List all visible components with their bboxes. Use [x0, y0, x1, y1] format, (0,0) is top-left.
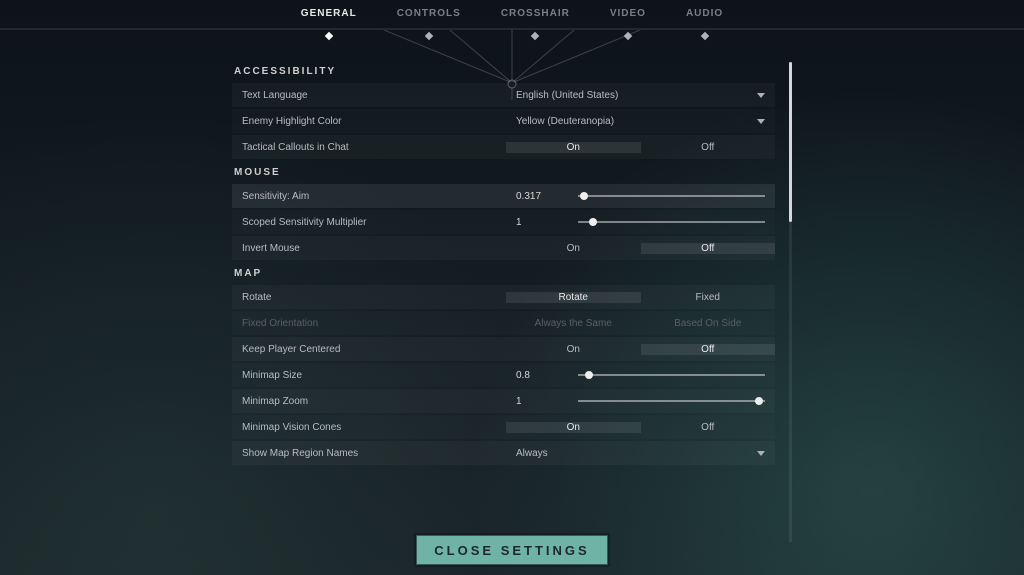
- slider-knob[interactable]: [589, 218, 597, 226]
- slider-track[interactable]: [578, 400, 765, 402]
- toggle-on[interactable]: On: [506, 142, 641, 153]
- scrollbar[interactable]: [789, 62, 792, 542]
- row-vision-cones: Minimap Vision Cones On Off: [232, 415, 775, 439]
- row-scoped-multiplier: Scoped Sensitivity Multiplier 1: [232, 210, 775, 234]
- setting-label: Scoped Sensitivity Multiplier: [232, 217, 506, 228]
- row-tactical-callouts: Tactical Callouts in Chat On Off: [232, 135, 775, 159]
- tab-audio[interactable]: AUDIO: [686, 8, 723, 32]
- chevron-down-icon: [757, 93, 765, 98]
- minimap-zoom-slider: 1: [506, 389, 775, 413]
- close-settings-button[interactable]: CLOSE SETTINGS: [416, 535, 608, 565]
- slider-value[interactable]: 0.317: [516, 191, 564, 202]
- row-invert-mouse: Invert Mouse On Off: [232, 236, 775, 260]
- tactical-callouts-toggle: On Off: [506, 135, 775, 159]
- tab-crosshair[interactable]: CROSSHAIR: [501, 8, 570, 32]
- dropdown-value: Always: [516, 448, 548, 459]
- sensitivity-slider: 0.317: [506, 184, 775, 208]
- tab-label: VIDEO: [610, 8, 646, 19]
- diamond-icon: [325, 32, 333, 40]
- slider-track[interactable]: [578, 221, 765, 223]
- toggle-side: Based On Side: [641, 318, 776, 329]
- setting-label: Invert Mouse: [232, 243, 506, 254]
- diamond-icon: [425, 32, 433, 40]
- slider-track[interactable]: [578, 374, 765, 376]
- slider-value[interactable]: 0.8: [516, 370, 564, 381]
- toggle-off[interactable]: Off: [641, 422, 776, 433]
- setting-label: Tactical Callouts in Chat: [232, 142, 506, 153]
- minimap-size-slider: 0.8: [506, 363, 775, 387]
- invert-mouse-toggle: On Off: [506, 236, 775, 260]
- section-accessibility: ACCESSIBILITY: [234, 66, 775, 77]
- region-names-dropdown[interactable]: Always: [506, 441, 775, 465]
- enemy-highlight-dropdown[interactable]: Yellow (Deuteranopia): [506, 109, 775, 133]
- tab-general[interactable]: GENERAL: [301, 8, 357, 32]
- tab-controls[interactable]: CONTROLS: [397, 8, 461, 32]
- tab-label: CONTROLS: [397, 8, 461, 19]
- toggle-off[interactable]: Off: [641, 344, 776, 355]
- diamond-icon: [531, 32, 539, 40]
- setting-label: Keep Player Centered: [232, 344, 506, 355]
- row-rotate: Rotate Rotate Fixed: [232, 285, 775, 309]
- rotate-toggle: Rotate Fixed: [506, 285, 775, 309]
- dropdown-value: English (United States): [516, 90, 618, 101]
- settings-panel: ACCESSIBILITY Text Language English (Uni…: [232, 62, 792, 542]
- setting-label: Minimap Zoom: [232, 396, 506, 407]
- row-keep-player-centered: Keep Player Centered On Off: [232, 337, 775, 361]
- tab-label: CROSSHAIR: [501, 8, 570, 19]
- toggle-on[interactable]: On: [506, 344, 641, 355]
- toggle-off[interactable]: Off: [641, 142, 776, 153]
- settings-list: ACCESSIBILITY Text Language English (Uni…: [232, 62, 789, 542]
- setting-label: Text Language: [232, 90, 506, 101]
- setting-label: Sensitivity: Aim: [232, 191, 506, 202]
- section-map: MAP: [234, 268, 775, 279]
- slider-value[interactable]: 1: [516, 217, 564, 228]
- vision-cones-toggle: On Off: [506, 415, 775, 439]
- toggle-rotate[interactable]: Rotate: [506, 292, 641, 303]
- toggle-on[interactable]: On: [506, 243, 641, 254]
- tab-label: GENERAL: [301, 8, 357, 19]
- slider-value[interactable]: 1: [516, 396, 564, 407]
- scrollbar-thumb[interactable]: [789, 62, 792, 222]
- close-button-label: CLOSE SETTINGS: [434, 543, 589, 558]
- row-minimap-zoom: Minimap Zoom 1: [232, 389, 775, 413]
- slider-track[interactable]: [578, 195, 765, 197]
- row-sensitivity: Sensitivity: Aim 0.317: [232, 184, 775, 208]
- diamond-icon: [700, 32, 708, 40]
- scoped-slider: 1: [506, 210, 775, 234]
- setting-label: Show Map Region Names: [232, 448, 506, 459]
- setting-label: Fixed Orientation: [232, 318, 506, 329]
- setting-label: Minimap Vision Cones: [232, 422, 506, 433]
- setting-label: Rotate: [232, 292, 506, 303]
- row-text-language: Text Language English (United States): [232, 83, 775, 107]
- setting-label: Enemy Highlight Color: [232, 116, 506, 127]
- chevron-down-icon: [757, 119, 765, 124]
- diamond-icon: [624, 32, 632, 40]
- row-minimap-size: Minimap Size 0.8: [232, 363, 775, 387]
- fixed-orientation-toggle: Always the Same Based On Side: [506, 311, 775, 335]
- row-fixed-orientation: Fixed Orientation Always the Same Based …: [232, 311, 775, 335]
- slider-knob[interactable]: [755, 397, 763, 405]
- toggle-same: Always the Same: [506, 318, 641, 329]
- text-language-dropdown[interactable]: English (United States): [506, 83, 775, 107]
- slider-knob[interactable]: [580, 192, 588, 200]
- row-region-names: Show Map Region Names Always: [232, 441, 775, 465]
- tab-label: AUDIO: [686, 8, 723, 19]
- slider-knob[interactable]: [585, 371, 593, 379]
- tab-video[interactable]: VIDEO: [610, 8, 646, 32]
- toggle-fixed[interactable]: Fixed: [641, 292, 776, 303]
- chevron-down-icon: [757, 451, 765, 456]
- keep-centered-toggle: On Off: [506, 337, 775, 361]
- row-enemy-highlight: Enemy Highlight Color Yellow (Deuteranop…: [232, 109, 775, 133]
- section-mouse: MOUSE: [234, 167, 775, 178]
- dropdown-value: Yellow (Deuteranopia): [516, 116, 614, 127]
- setting-label: Minimap Size: [232, 370, 506, 381]
- toggle-on[interactable]: On: [506, 422, 641, 433]
- toggle-off[interactable]: Off: [641, 243, 776, 254]
